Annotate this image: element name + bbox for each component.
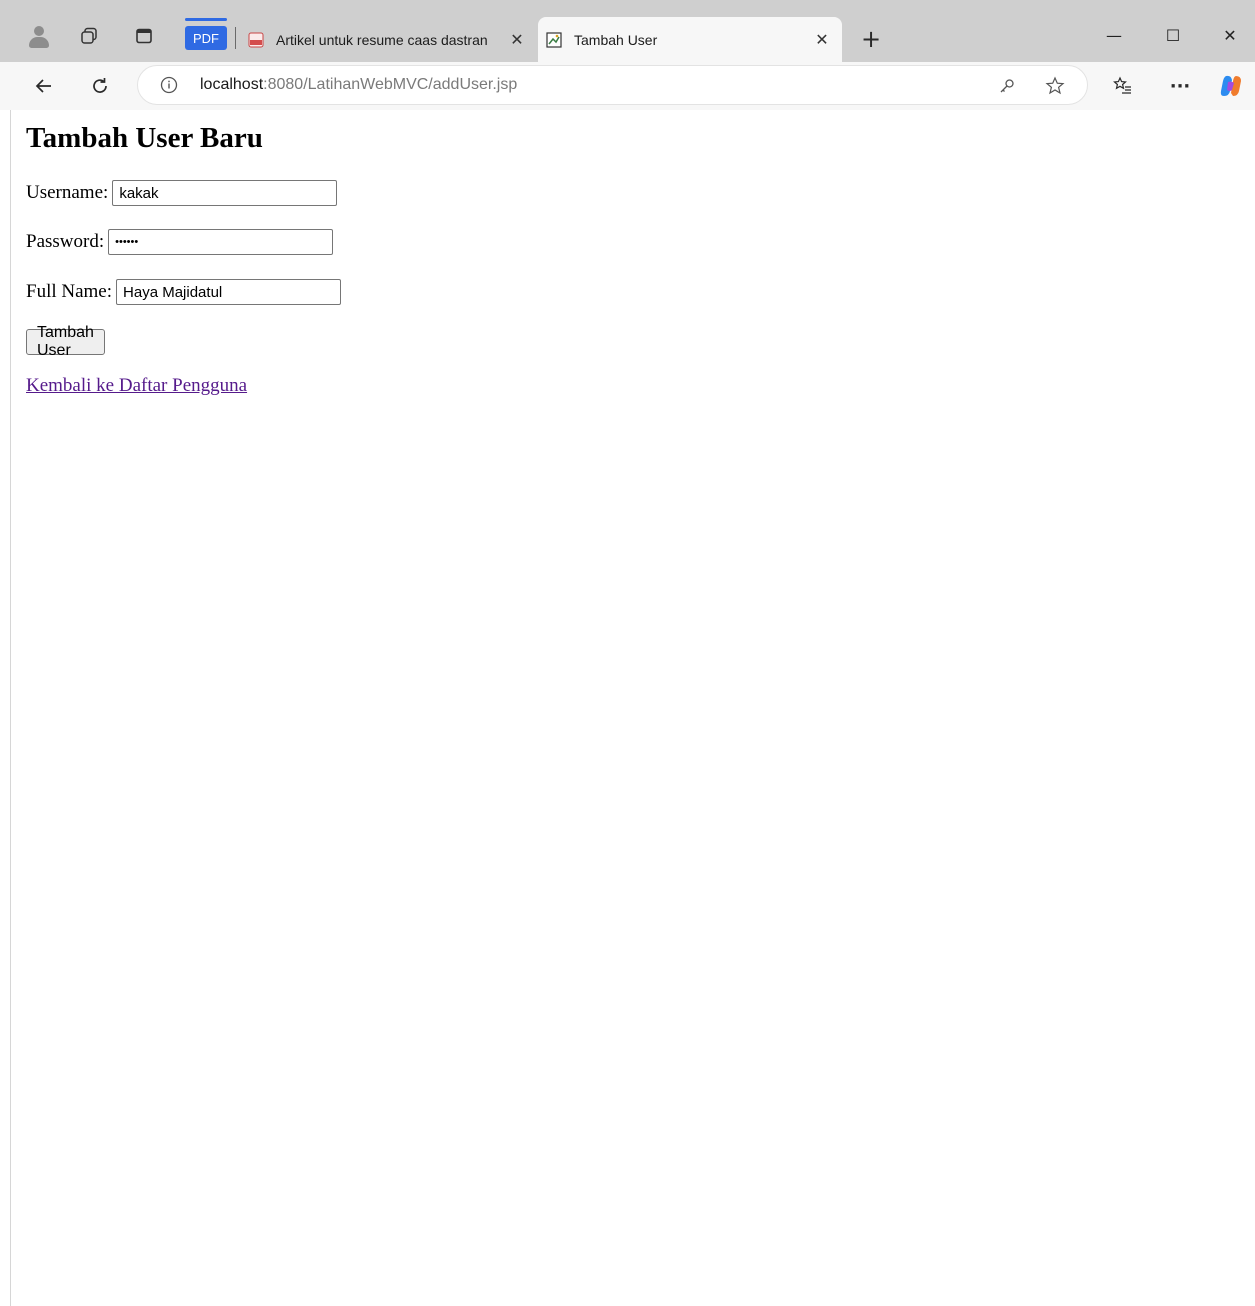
tab-title: Artikel untuk resume caas dastran bbox=[276, 31, 488, 48]
more-icon[interactable]: ··· bbox=[1164, 70, 1196, 102]
tab-title: Tambah User bbox=[574, 31, 658, 48]
favorites-list-icon[interactable] bbox=[1107, 70, 1139, 102]
copilot-icon[interactable] bbox=[1215, 70, 1247, 102]
fullname-row: Full Name: Haya Majidatul bbox=[26, 277, 342, 307]
navigation-toolbar: localhost:8080/LatihanWebMVC/addUser.jsp… bbox=[0, 62, 1255, 110]
workspaces-icon[interactable] bbox=[75, 22, 103, 50]
maximize-button[interactable]: ☐ bbox=[1150, 20, 1196, 50]
tab-bar: PDF Artikel untuk resume caas dastran ✕ … bbox=[0, 6, 1255, 62]
tab-actions-icon[interactable] bbox=[130, 22, 158, 50]
profile-icon[interactable] bbox=[26, 24, 52, 50]
page-image-icon bbox=[546, 31, 562, 48]
url-host: localhost bbox=[200, 76, 264, 93]
password-key-icon[interactable] bbox=[996, 75, 1018, 97]
username-input[interactable]: kakak bbox=[112, 180, 338, 206]
page-title: Tambah User Baru bbox=[26, 122, 263, 154]
page-viewport: Tambah User Baru Username: kakak Passwor… bbox=[10, 110, 1255, 1306]
url-path: :8080/LatihanWebMVC/addUser.jsp bbox=[263, 76, 518, 93]
tab-group-label[interactable]: PDF bbox=[185, 26, 227, 50]
address-bar[interactable]: localhost:8080/LatihanWebMVC/addUser.jsp bbox=[137, 65, 1088, 105]
username-label: Username: bbox=[26, 182, 109, 203]
close-window-button[interactable]: ✕ bbox=[1207, 20, 1253, 50]
browser-chrome: PDF Artikel untuk resume caas dastran ✕ … bbox=[0, 0, 1255, 110]
back-icon[interactable] bbox=[28, 70, 60, 102]
pdf-file-icon bbox=[248, 32, 264, 48]
close-tab-icon[interactable]: ✕ bbox=[503, 26, 531, 54]
info-icon[interactable] bbox=[160, 76, 178, 94]
fullname-input[interactable]: Haya Majidatul bbox=[116, 279, 342, 305]
minimize-button[interactable]: — bbox=[1091, 20, 1137, 50]
url-text: localhost:8080/LatihanWebMVC/addUser.jsp bbox=[200, 76, 517, 94]
username-row: Username: kakak bbox=[26, 178, 338, 208]
refresh-icon[interactable] bbox=[84, 70, 116, 102]
back-to-user-list-link[interactable]: Kembali ke Daftar Pengguna bbox=[26, 375, 247, 397]
favorite-star-icon[interactable] bbox=[1044, 75, 1066, 97]
password-label: Password: bbox=[26, 231, 105, 252]
new-tab-button[interactable]: + bbox=[856, 24, 886, 54]
tab-group-indicator bbox=[185, 18, 227, 21]
fullname-label: Full Name: bbox=[26, 281, 113, 302]
close-tab-icon[interactable]: ✕ bbox=[808, 26, 836, 54]
add-user-button[interactable]: Tambah User bbox=[26, 324, 105, 359]
tab-tambah-user[interactable]: Tambah User ✕ bbox=[538, 17, 842, 62]
password-input[interactable]: •••••• bbox=[108, 229, 334, 255]
tab-artikel[interactable]: Artikel untuk resume caas dastran ✕ bbox=[240, 17, 537, 62]
tab-separator bbox=[235, 27, 236, 49]
password-row: Password: •••••• bbox=[26, 227, 334, 257]
